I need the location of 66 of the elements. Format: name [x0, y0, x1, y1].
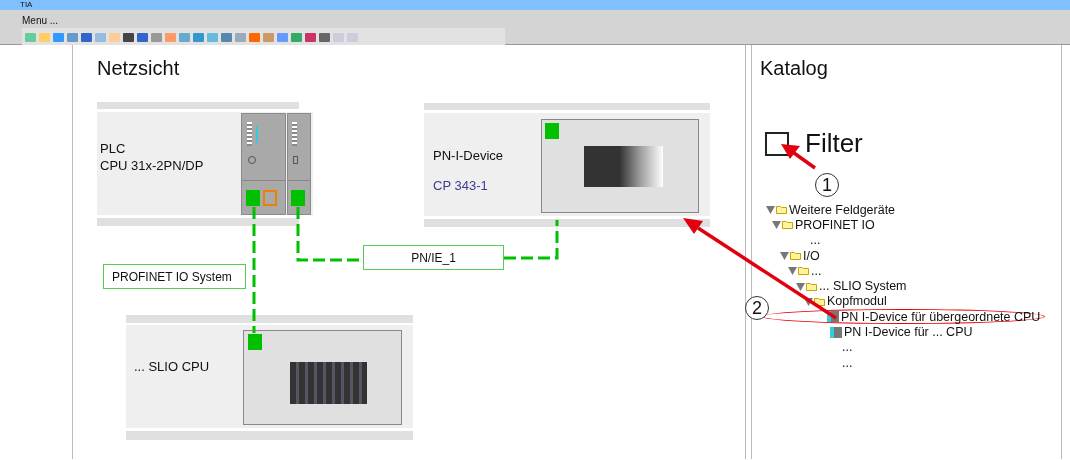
expanded-icon[interactable]	[772, 220, 781, 230]
device-type: CP 343-1	[433, 178, 489, 194]
toolbar-icon[interactable]	[95, 33, 106, 42]
port-icon	[246, 190, 260, 206]
folder-icon	[814, 296, 825, 306]
tree-item[interactable]: PN I-Device für ... CPU	[766, 324, 977, 340]
callout-number: 1	[815, 173, 839, 197]
module-icon	[827, 311, 839, 323]
toolbar-icon[interactable]	[207, 33, 218, 42]
panel-title: Katalog	[760, 57, 828, 80]
tree-item[interactable]: ... SLIO System	[766, 278, 911, 294]
expanded-icon[interactable]	[780, 251, 789, 261]
folder-icon	[806, 281, 817, 291]
toolbar-icon[interactable]	[123, 33, 134, 42]
toolbar-icon[interactable]	[263, 33, 274, 42]
tree-item[interactable]: ...	[766, 263, 826, 279]
network-label[interactable]: PROFINET IO System	[103, 264, 246, 289]
toolbar-icon[interactable]	[319, 33, 330, 42]
port-icon	[248, 334, 262, 350]
device-name: PN-I-Device	[433, 148, 505, 164]
toolbar-icon[interactable]	[235, 33, 246, 42]
port-icon	[291, 190, 305, 206]
folder-icon	[776, 205, 787, 215]
folder-icon	[790, 251, 801, 261]
folder-icon	[782, 220, 793, 230]
tree-item[interactable]: Weitere Feldgeräte	[766, 202, 900, 218]
tree-item[interactable]: ...	[766, 339, 857, 355]
toolbar-icon[interactable]	[39, 33, 50, 42]
tree-item[interactable]: ...	[766, 232, 825, 248]
toolbar-icon[interactable]	[25, 33, 36, 42]
expanded-icon[interactable]	[788, 266, 797, 276]
device-name: PLC	[100, 141, 127, 157]
expanded-icon[interactable]	[804, 296, 813, 306]
toolbar-icon[interactable]	[193, 33, 204, 42]
device-type: CPU 31x-2PN/DP	[100, 158, 205, 174]
toolbar-icon[interactable]	[221, 33, 232, 42]
toolbar-icon[interactable]	[179, 33, 190, 42]
view-title: Netzsicht	[97, 57, 180, 80]
connection-line	[504, 220, 559, 260]
folder-icon	[798, 266, 809, 276]
toolbar-icon[interactable]	[137, 33, 148, 42]
toolbar-icon[interactable]	[277, 33, 288, 42]
toolbar-icon[interactable]	[165, 33, 176, 42]
expanded-icon[interactable]	[766, 205, 775, 215]
toolbar-icon[interactable]	[305, 33, 316, 42]
tree-item[interactable]: PROFINET IO	[766, 217, 879, 233]
tree-item[interactable]: Kopfmodul	[766, 293, 891, 310]
toolbar-icon[interactable]	[81, 33, 92, 42]
port-icon	[545, 123, 559, 139]
toolbar-icon[interactable]	[151, 33, 162, 42]
toolbar-icon[interactable]	[109, 33, 120, 42]
module-icon	[830, 326, 842, 338]
filter-label: Filter	[805, 128, 863, 159]
toolbar-icon[interactable]	[53, 33, 64, 42]
tree-item[interactable]: I/O	[766, 247, 824, 264]
window-title: TIA	[0, 0, 1070, 10]
device-name: ... SLIO CPU	[134, 359, 211, 375]
menu-item[interactable]: Menu ...	[22, 15, 59, 27]
tree-item[interactable]: ...	[766, 354, 857, 371]
network-label[interactable]: PN/IE_1	[363, 245, 504, 270]
port-icon	[263, 190, 277, 206]
toolbar-icon[interactable]	[67, 33, 78, 42]
toolbar-icon[interactable]	[291, 33, 302, 42]
callout-number: 2	[745, 296, 769, 320]
expanded-icon[interactable]	[796, 281, 805, 291]
toolbar-icon[interactable]	[249, 33, 260, 42]
